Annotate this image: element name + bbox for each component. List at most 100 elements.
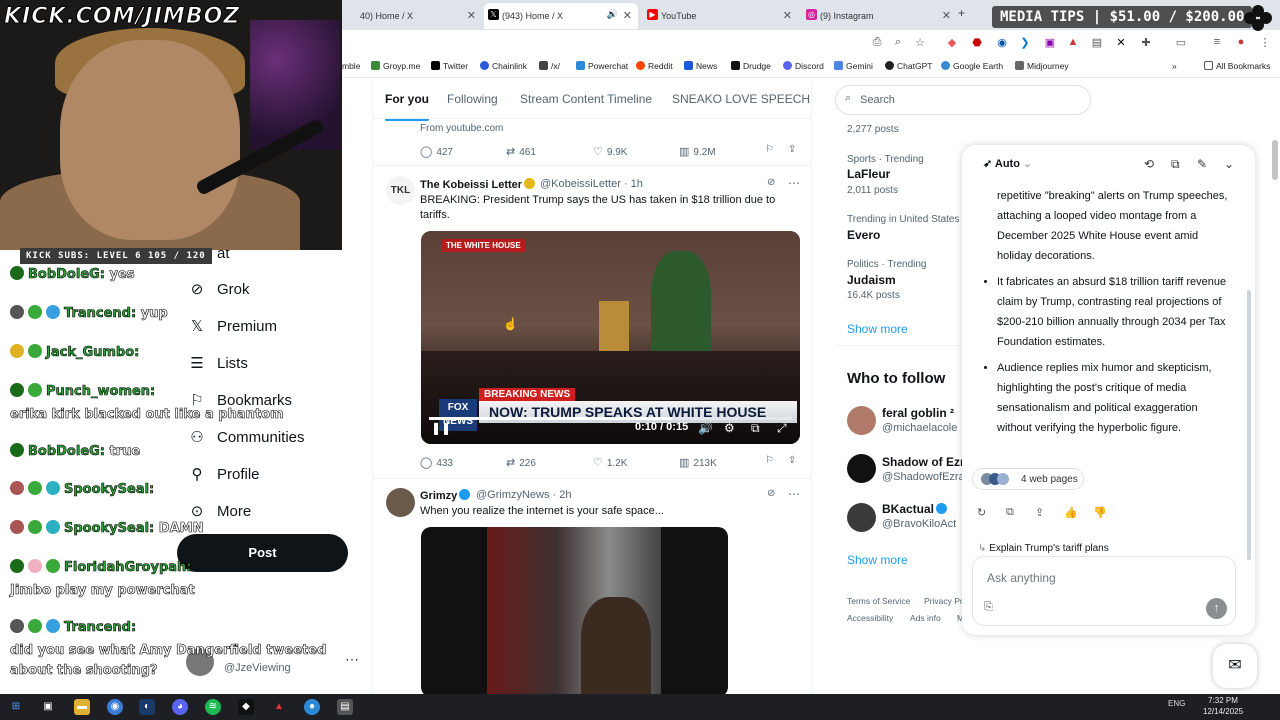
copy-icon[interactable]: ⧉ (1006, 506, 1014, 519)
avatar[interactable] (386, 488, 415, 517)
footer-link[interactable]: Privacy Po (924, 596, 965, 606)
speaker-icon[interactable]: 🔊 (607, 9, 618, 20)
chrome-icon[interactable]: ◉ (107, 699, 123, 715)
steam-icon[interactable]: ◐ (139, 699, 155, 715)
grok-icon[interactable]: ⊘ (767, 488, 775, 499)
like-button[interactable]: ♡ 1.2K (593, 456, 627, 469)
link-source[interactable]: From youtube.com (420, 123, 503, 134)
follow-handle[interactable]: @BravoKiloAct (882, 518, 962, 530)
attach-icon[interactable]: ⎘ (984, 601, 993, 614)
extension-icon[interactable]: ▲ (1066, 36, 1080, 48)
close-tab-icon[interactable]: ✕ (783, 9, 792, 22)
browser-tab[interactable]: ▶ YouTube ✕ (643, 3, 798, 29)
install-icon[interactable]: ⎙ (870, 36, 884, 49)
send-button[interactable]: ↑ (1206, 598, 1227, 619)
app-icon[interactable]: ▤ (337, 699, 353, 715)
extension-icon[interactable]: ❯ (1018, 36, 1032, 49)
expand-icon[interactable]: ⧉ (1171, 157, 1180, 172)
nav-item-profile[interactable]: ⚲ Profile (187, 465, 260, 483)
views-button[interactable]: ▥ 213K (679, 456, 717, 469)
close-tab-icon[interactable]: ✕ (467, 9, 476, 22)
bookmark-item[interactable]: Discord (783, 61, 824, 71)
footer-link[interactable]: Accessibility (847, 613, 893, 623)
spotify-icon[interactable]: ≋ (205, 699, 221, 715)
tab-following[interactable]: Following (447, 92, 498, 106)
new-chat-icon[interactable]: ✎ (1197, 157, 1207, 171)
follow-handle[interactable]: @ShadowofEzra (882, 471, 962, 483)
profile-avatar-icon[interactable]: ● (1234, 36, 1248, 48)
reply-button[interactable]: ◯ 427 (420, 145, 453, 158)
grok-mode-selector[interactable]: ➶ Auto ⌄ (983, 157, 1032, 170)
share-icon[interactable]: ⇪ (1035, 506, 1044, 519)
app-icon[interactable]: ● (304, 699, 320, 715)
tweet-author[interactable]: The Kobeissi Letter (420, 178, 536, 191)
avatar[interactable]: TKL (386, 176, 415, 205)
bookmark-icon[interactable]: ⚐ (765, 455, 774, 466)
bookmark-item[interactable]: Chainlink (480, 61, 527, 71)
history-icon[interactable]: ⟲ (1144, 157, 1154, 171)
show-more-link[interactable]: Show more (847, 322, 908, 336)
bookmarks-overflow[interactable]: » (1172, 61, 1177, 71)
tab-sneako-love-speech[interactable]: SNEAKO LOVE SPEECH (672, 92, 810, 106)
views-button[interactable]: ▥ 9.2M (679, 145, 716, 158)
bookmark-item[interactable]: Drudge (731, 61, 771, 71)
repost-button[interactable]: ⇄ 461 (506, 145, 536, 158)
system-tray-language[interactable]: ENG (1168, 699, 1185, 708)
clock[interactable]: 7:32 PM 12/14/2025 (1203, 695, 1243, 717)
browser-tab-active[interactable]: 𝕏 (943) Home / X 🔊 ✕ (484, 3, 638, 29)
reading-list-icon[interactable]: ≡ (1210, 36, 1224, 48)
tweet-author[interactable]: Grimzy (420, 489, 471, 502)
tab-stream-content-timeline[interactable]: Stream Content Timeline (520, 92, 652, 106)
account-handle[interactable]: @JzeViewing (224, 662, 291, 674)
bookmark-item[interactable]: mble (342, 61, 360, 71)
share-icon[interactable]: ⇪ (788, 144, 796, 155)
nav-item-more[interactable]: ⊙ More (187, 502, 251, 520)
volume-icon[interactable]: 🔊 (698, 421, 713, 435)
reply-button[interactable]: ◯ 433 (420, 456, 453, 469)
star-icon[interactable]: ☆ (913, 36, 927, 49)
puzzle-icon[interactable]: ✚ (1139, 36, 1153, 49)
follow-handle[interactable]: @michaelacole (882, 422, 962, 434)
footer-link[interactable]: Terms of Service (847, 596, 910, 606)
video-player[interactable]: THE WHITE HOUSE BREAKING NEWS NOW: TRUMP… (421, 231, 800, 444)
bookmark-icon[interactable]: ⚐ (765, 144, 774, 155)
windows-start-icon[interactable]: ⊞ (8, 699, 24, 715)
bookmark-item[interactable]: Powerchat (576, 61, 628, 71)
x-extension-icon[interactable]: ✕ (1114, 36, 1128, 49)
nav-item-communities[interactable]: ⚇ Communities (187, 428, 304, 446)
bookmark-item[interactable]: Google Earth (941, 61, 1003, 71)
messages-button[interactable]: ✉ (1213, 644, 1257, 688)
trend-name[interactable]: LaFleur (847, 167, 890, 181)
bookmark-item[interactable]: News (684, 61, 717, 71)
extension-icon[interactable]: ▤ (1090, 36, 1104, 49)
bookmark-item[interactable]: Midjourney (1015, 61, 1069, 71)
nav-item-grok[interactable]: ⊘ Grok (187, 280, 250, 298)
grok-icon[interactable]: ⊘ (767, 177, 775, 188)
follow-name[interactable]: feral goblin ² (882, 406, 962, 420)
post-button[interactable]: Post (177, 534, 348, 572)
more-icon[interactable]: ⋯ (788, 176, 800, 190)
collapse-icon[interactable]: ⌄ (1224, 157, 1234, 171)
nav-item-premium[interactable]: 𝕏 Premium (187, 317, 277, 335)
bookmark-item[interactable]: /x/ (539, 61, 560, 71)
page-scrollbar[interactable] (1272, 140, 1278, 180)
like-button[interactable]: ♡ 9.9K (593, 145, 627, 158)
new-tab-button[interactable]: + (958, 6, 965, 20)
discord-icon[interactable]: ◕ (172, 699, 188, 715)
pause-icon[interactable]: ❚❚ (431, 421, 451, 435)
trend-name[interactable]: Judaism (847, 273, 896, 287)
extension-icon[interactable]: ⬣ (970, 36, 984, 49)
repost-button[interactable]: ⇄ 226 (506, 456, 536, 469)
avatar[interactable] (847, 503, 876, 532)
browser-menu-icon[interactable]: ⋮ (1258, 36, 1272, 49)
nav-item-lists[interactable]: ☰ Lists (187, 354, 248, 372)
search-input[interactable]: Search (835, 85, 1091, 115)
media-control-icon[interactable]: ▭ (1174, 36, 1188, 49)
task-view-icon[interactable]: ▣ (40, 699, 56, 715)
video-player[interactable] (421, 527, 728, 697)
browser-tab[interactable]: 40) Home / X ✕ (342, 3, 482, 29)
extension-icon[interactable]: ◉ (995, 36, 1009, 49)
regenerate-icon[interactable]: ↻ (977, 506, 986, 519)
bookmark-item[interactable]: Gemini (834, 61, 873, 71)
tweet-handle[interactable]: @GrimzyNews · 2h (476, 489, 572, 501)
